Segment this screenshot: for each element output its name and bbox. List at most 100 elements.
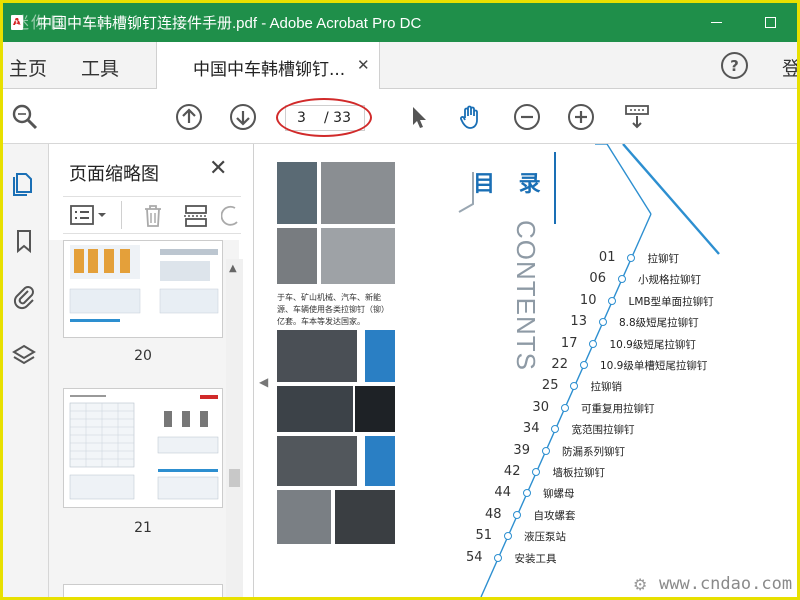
page-thumbnail-20[interactable] [63, 240, 223, 338]
previous-page-icon[interactable] [175, 103, 203, 131]
document-tab-label: 中国中车韩槽铆钉... [193, 60, 346, 80]
truck-photo [355, 386, 395, 432]
toc-entry-label[interactable]: 拉铆钉 [647, 251, 679, 266]
document-tab[interactable]: 中国中车韩槽铆钉... ✕ [156, 42, 380, 89]
computer-photo [321, 228, 395, 284]
toc-entry-label[interactable]: 液压泵站 [524, 529, 566, 544]
toc-dot [560, 403, 569, 412]
container-photo [335, 490, 395, 544]
hand-tool-icon[interactable] [457, 103, 485, 131]
toc-page-number[interactable]: 44 [483, 485, 511, 500]
page-thumbnail-next[interactable] [63, 584, 223, 597]
thumbnail-page-number: 21 [134, 520, 152, 536]
page-21-preview [69, 395, 219, 500]
search-zoom-icon[interactable] [11, 103, 39, 131]
bridge-photo [277, 490, 331, 544]
factory-photo [277, 162, 317, 224]
toc-page-number[interactable]: 13 [559, 314, 587, 329]
rotate-page-icon[interactable] [221, 203, 241, 229]
minimize-button[interactable] [689, 3, 743, 42]
toc-dot [541, 446, 550, 455]
help-icon[interactable]: ? [721, 52, 748, 79]
title-bar: A 迷你日 中国中车韩槽铆钉连接件手册.pdf - Adobe Acrobat … [3, 3, 797, 42]
scroll-up-arrow-icon[interactable]: ▲ [229, 263, 237, 274]
page-thumbnails-icon[interactable] [11, 170, 37, 196]
toc-page-number[interactable]: 10 [568, 293, 597, 308]
toc-page-number[interactable]: 17 [549, 336, 578, 351]
panel-toolbar [63, 196, 241, 234]
toc-page-number[interactable]: 54 [454, 550, 483, 565]
machine-photo [321, 162, 395, 224]
toc-entry-label[interactable]: 墙板拉铆钉 [552, 465, 605, 480]
login-button[interactable]: 登 [782, 54, 797, 81]
toc-entry-label[interactable]: LMB型单面拉铆钉 [628, 294, 713, 309]
window-title: 中国中车韩槽铆钉连接件手册.pdf - Adobe Acrobat Pro DC [37, 15, 422, 32]
document-view[interactable]: 于车、矿山机械、汽车、新能源、车辆使用各类拉铆钉（铆）亿套。车本等发达国家。 目… [269, 144, 797, 597]
toc-entry-label[interactable]: 8.8级短尾拉铆钉 [619, 315, 699, 330]
toc-page-number[interactable]: 22 [540, 357, 568, 372]
toc-entry-label[interactable]: 小规格拉铆钉 [638, 272, 701, 287]
toc-page-number[interactable]: 01 [587, 250, 616, 265]
collapse-panel-arrow-icon[interactable]: ◀ [259, 375, 268, 389]
toc-page-number[interactable]: 34 [511, 421, 540, 436]
left-page-photos: 于车、矿山机械、汽车、新能源、车辆使用各类拉铆钉（铆）亿套。车本等发达国家。 [277, 144, 395, 597]
left-icon-rail [3, 144, 49, 597]
train-photo [277, 330, 357, 382]
intro-text: 于车、矿山机械、汽车、新能源、车辆使用各类拉铆钉（铆）亿套。车本等发达国家。 [277, 293, 389, 326]
maximize-icon [764, 17, 776, 28]
toc-dot [579, 361, 588, 369]
insert-page-icon[interactable] [183, 203, 209, 229]
toc-entry-label[interactable]: 宽范围拉铆钉 [571, 422, 634, 437]
site-logo-icon: ⚙ [633, 575, 648, 594]
toc-entry-label[interactable]: 10.9级短尾拉铆钉 [609, 337, 695, 352]
minimize-icon [710, 22, 722, 23]
zoom-in-icon[interactable] [567, 103, 595, 131]
corner-watermark: 迷你日 [13, 13, 68, 32]
site-watermark: www.cndao.com [659, 574, 793, 594]
toc-page-number[interactable]: 51 [464, 528, 492, 543]
vehicle-photo [277, 436, 357, 486]
options-menu-icon[interactable] [69, 203, 111, 229]
attachment-icon[interactable] [11, 284, 37, 310]
toc-entry-label[interactable]: 自攻螺套 [533, 508, 575, 523]
toc-entry-label[interactable]: 10.9级单槽短尾拉铆钉 [600, 358, 707, 373]
workshop-photo [277, 228, 317, 284]
close-tab-icon[interactable]: ✕ [357, 56, 370, 74]
bookmark-icon[interactable] [11, 228, 37, 254]
toc-entry-label[interactable]: 防漏系列铆钉 [562, 444, 625, 459]
menu-tab-bar: 主页 工具 中国中车韩槽铆钉... ✕ ? 登 [3, 42, 797, 89]
page-thumbnail-21[interactable] [63, 388, 223, 508]
app-window: A 迷你日 中国中车韩槽铆钉连接件手册.pdf - Adobe Acrobat … [0, 0, 800, 600]
panel-title: 页面缩略图 [69, 164, 159, 185]
rail-photo [277, 386, 353, 432]
toc-entry-label[interactable]: 安装工具 [514, 551, 556, 566]
thumbnail-list: 20 21 [49, 240, 239, 597]
blue-label-1 [365, 330, 395, 382]
blue-label-2 [365, 436, 395, 486]
maximize-button[interactable] [743, 3, 797, 42]
toc-page-number[interactable]: 30 [521, 400, 549, 415]
thumbnail-scrollbar[interactable]: ▲ [226, 259, 243, 597]
layers-icon[interactable] [11, 342, 37, 368]
red-annotation-ellipse [276, 98, 372, 137]
scroll-mode-icon[interactable] [623, 103, 651, 131]
nav-home[interactable]: 主页 [9, 54, 47, 81]
close-panel-icon[interactable]: ✕ [209, 156, 227, 181]
page-thumbnails-panel: 页面缩略图 ✕ 20 21 ▲ [49, 144, 254, 597]
toc-page-number[interactable]: 48 [473, 507, 502, 522]
toc-entry-label[interactable]: 铆螺母 [543, 486, 575, 501]
toc-page-number[interactable]: 42 [492, 464, 521, 479]
delete-page-icon[interactable] [141, 203, 165, 229]
toc-entry-label[interactable]: 可重复用拉铆钉 [581, 401, 655, 416]
zoom-out-icon[interactable] [513, 103, 541, 131]
toc-page-number[interactable]: 25 [530, 378, 559, 393]
select-cursor-icon[interactable] [405, 103, 433, 131]
toc-page-number[interactable]: 06 [578, 271, 606, 286]
nav-tools[interactable]: 工具 [81, 54, 119, 81]
page-20-preview [69, 245, 219, 322]
thumbnail-page-number: 20 [134, 348, 152, 364]
toc-page-number[interactable]: 39 [502, 443, 530, 458]
toc-entry-label[interactable]: 拉铆销 [590, 379, 622, 394]
next-page-icon[interactable] [229, 103, 257, 131]
scrollbar-thumb[interactable] [229, 469, 240, 487]
